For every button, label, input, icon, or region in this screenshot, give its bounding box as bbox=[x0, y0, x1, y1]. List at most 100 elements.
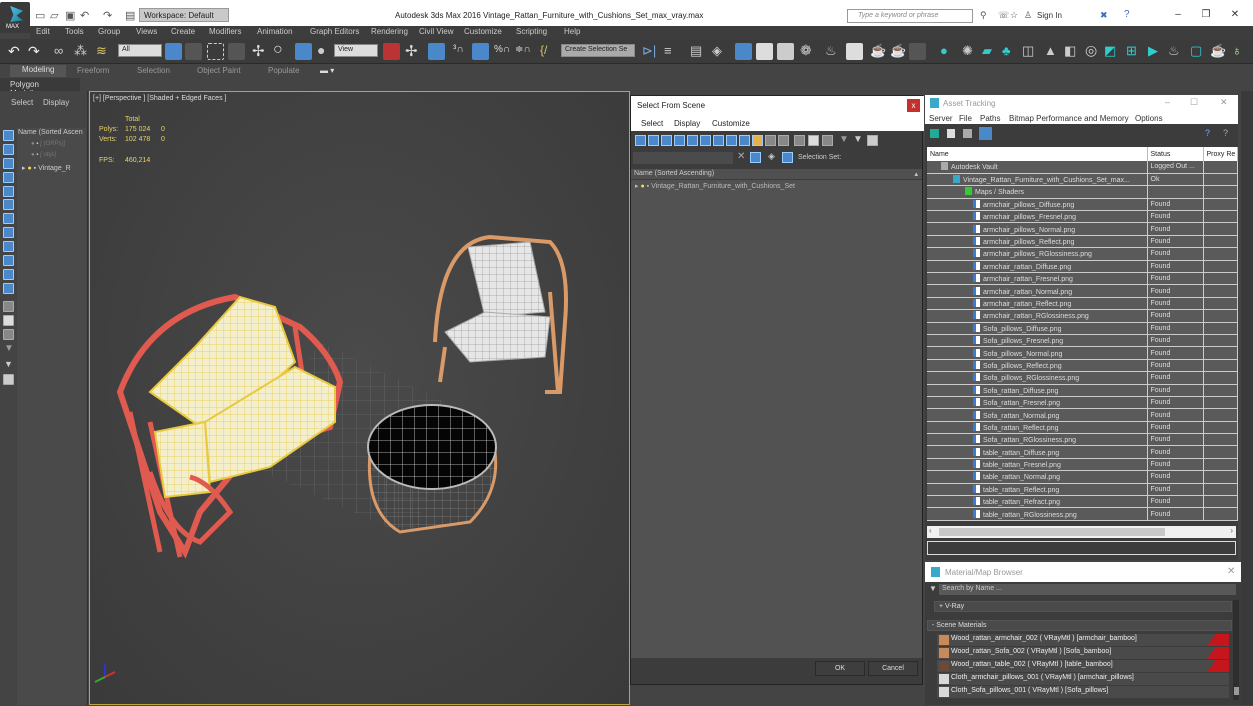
menu-options[interactable]: Options bbox=[1135, 114, 1163, 123]
ribbon-tab-populate[interactable]: Populate bbox=[268, 66, 300, 75]
display-all-icon[interactable] bbox=[794, 135, 805, 146]
asset-row[interactable]: Vintage_Rattan_Furniture_with_Cushions_S… bbox=[927, 173, 1238, 187]
light-bulb-icon[interactable]: ● bbox=[27, 165, 31, 172]
asset-row[interactable]: armchair_rattan_Reflect.png Found bbox=[927, 297, 1238, 311]
asset-row[interactable]: Maps / Shaders bbox=[927, 185, 1238, 199]
menu-file[interactable]: File bbox=[959, 114, 972, 123]
scene-item[interactable]: ● ▪ [ (GRPs)] bbox=[31, 141, 65, 147]
asset-row[interactable]: armchair_rattan_Fresnel.png Found bbox=[927, 272, 1238, 286]
filter-hidden-icon[interactable] bbox=[778, 135, 789, 146]
unlink-icon[interactable]: ⁂ bbox=[74, 43, 87, 59]
menu-scripting[interactable]: Scripting bbox=[516, 27, 547, 36]
curve-editor-icon[interactable] bbox=[756, 43, 773, 60]
display-helpers-icon[interactable] bbox=[3, 186, 14, 197]
polygon-modeling-panel[interactable]: Polygon Modeling bbox=[0, 78, 80, 98]
window-crossing-icon[interactable] bbox=[228, 43, 245, 60]
scrollbar-thumb[interactable] bbox=[1234, 687, 1239, 695]
menu-rendering[interactable]: Rendering bbox=[371, 27, 408, 36]
project-folder-icon[interactable]: ▤ bbox=[125, 9, 135, 22]
menu-customize[interactable]: Customize bbox=[712, 119, 750, 128]
column-name[interactable]: Name bbox=[927, 147, 1148, 161]
find-input[interactable] bbox=[633, 152, 733, 164]
menu-edit[interactable]: Edit bbox=[36, 27, 50, 36]
menu-create[interactable]: Create bbox=[171, 27, 195, 36]
percent-snap-icon[interactable]: %∩ bbox=[494, 44, 510, 55]
scroll-left-icon[interactable]: ‹ bbox=[929, 526, 932, 535]
mirror-icon[interactable]: ⊳| bbox=[642, 43, 656, 59]
undo-icon[interactable]: ↶ bbox=[80, 9, 89, 22]
vray-light-icon[interactable]: ● bbox=[940, 43, 948, 58]
table-view-icon[interactable] bbox=[979, 127, 992, 140]
menu-help[interactable]: Help bbox=[564, 27, 580, 36]
named-selection-dropdown[interactable]: Create Selection Se bbox=[561, 44, 635, 57]
vray-plane-icon[interactable]: ▲ bbox=[1044, 43, 1057, 58]
help-icon[interactable]: ? bbox=[1124, 9, 1130, 20]
asset-row[interactable]: Sofa_rattan_RGlossiness.png Found bbox=[927, 433, 1238, 447]
display-groups-icon[interactable] bbox=[3, 213, 14, 224]
asset-row[interactable]: table_rattan_Normal.png Found bbox=[927, 470, 1238, 484]
display-cameras-icon[interactable] bbox=[3, 172, 14, 183]
asset-row[interactable]: armchair_pillows_Reflect.png Found bbox=[927, 235, 1238, 249]
menu-bitmap-performance[interactable]: Bitmap Performance and Memory bbox=[1009, 114, 1129, 123]
asset-row[interactable]: armchair_pillows_RGlossiness.png Found bbox=[927, 247, 1238, 261]
material-item[interactable]: Cloth_armchair_pillows_001 ( VRayMtl ) [… bbox=[937, 673, 1229, 685]
filter-cameras-icon[interactable] bbox=[674, 135, 685, 146]
browser-options-icon[interactable]: ▼ bbox=[929, 584, 937, 593]
expand-arrow-icon[interactable]: ▸ bbox=[22, 165, 26, 172]
close-button[interactable]: ✕ bbox=[1227, 566, 1235, 577]
material-item[interactable]: Wood_rattan_Sofa_002 ( VRayMtl ) [Sofa_b… bbox=[937, 647, 1229, 659]
rendered-frame-window-icon[interactable] bbox=[846, 43, 863, 60]
menu-customize[interactable]: Customize bbox=[464, 27, 502, 36]
help-icon[interactable]: ? bbox=[1205, 128, 1210, 138]
minimize-button[interactable]: – bbox=[1168, 9, 1188, 20]
vray-fur-icon[interactable]: ♣ bbox=[1002, 43, 1011, 58]
display-invert-icon[interactable] bbox=[822, 135, 833, 146]
filter-shapes-icon[interactable] bbox=[648, 135, 659, 146]
filter-groups-icon[interactable] bbox=[713, 135, 724, 146]
vray-ies-icon[interactable]: ⊞ bbox=[1126, 43, 1137, 59]
menu-tools[interactable]: Tools bbox=[65, 27, 84, 36]
minimize-button[interactable]: – bbox=[1165, 97, 1170, 107]
light-bulb-icon[interactable]: ● bbox=[640, 183, 644, 190]
display-geometry-icon[interactable] bbox=[3, 130, 14, 141]
material-item[interactable]: Wood_rattan_armchair_002 ( VRayMtl ) [ar… bbox=[937, 634, 1229, 646]
thumbnail-view-icon[interactable] bbox=[963, 129, 972, 138]
asset-row[interactable]: Autodesk Vault Logged Out ... bbox=[927, 161, 1238, 174]
exchange-icon[interactable]: ✖ bbox=[1100, 10, 1108, 21]
select-children-icon[interactable] bbox=[750, 152, 761, 163]
layer-explorer-icon[interactable]: ◈ bbox=[712, 43, 722, 59]
material-item[interactable]: Cloth_Sofa_pillows_001 ( VRayMtl ) [Sofa… bbox=[937, 686, 1229, 698]
object-list[interactable] bbox=[631, 180, 922, 658]
scrollbar-thumb[interactable] bbox=[939, 528, 1165, 536]
vray-teapot-icon[interactable]: ☕ bbox=[1210, 43, 1226, 59]
dialog-close-button[interactable]: x bbox=[907, 99, 920, 112]
schematic-view-icon[interactable] bbox=[777, 43, 794, 60]
asset-row[interactable]: armchair_rattan_Normal.png Found bbox=[927, 284, 1238, 298]
new-file-icon[interactable]: ▭ bbox=[35, 9, 45, 22]
scroll-right-icon[interactable]: › bbox=[1230, 526, 1233, 535]
redo-icon[interactable]: ↷ bbox=[28, 43, 40, 60]
select-by-name-icon[interactable] bbox=[185, 43, 202, 60]
move-icon[interactable]: ✢ bbox=[252, 42, 265, 60]
asset-row[interactable]: table_rattan_Reflect.png Found bbox=[927, 483, 1238, 497]
asset-row[interactable]: Sofa_pillows_Diffuse.png Found bbox=[927, 322, 1238, 335]
app-menu-button[interactable]: MAX bbox=[0, 2, 30, 33]
asset-row[interactable]: armchair_pillows_Fresnel.png Found bbox=[927, 210, 1238, 224]
filter-frozen-icon[interactable] bbox=[765, 135, 776, 146]
pivot-center-icon[interactable] bbox=[383, 43, 400, 60]
list-view-icon[interactable] bbox=[947, 129, 955, 138]
communication-center-icon[interactable]: ☏ bbox=[998, 10, 1009, 21]
ribbon-tab-freeform[interactable]: Freeform bbox=[77, 66, 109, 75]
ok-button[interactable]: OK bbox=[815, 661, 865, 676]
sign-in-button[interactable]: Sign In bbox=[1037, 11, 1062, 20]
favorites-star-icon[interactable]: ☆ bbox=[1010, 10, 1018, 21]
menu-select[interactable]: Select bbox=[641, 119, 663, 128]
menu-animation[interactable]: Animation bbox=[257, 27, 293, 36]
column-header[interactable]: Name (Sorted Ascending) ▴ bbox=[631, 169, 922, 179]
refresh-icon[interactable] bbox=[930, 129, 939, 138]
vray-light-bulb-icon[interactable]: ♁ bbox=[1232, 43, 1242, 58]
spinner-snap-icon[interactable]: ≑∩ bbox=[515, 44, 531, 55]
vertical-scrollbar[interactable] bbox=[1233, 600, 1239, 700]
vray-lister-icon[interactable]: ♨ bbox=[1168, 43, 1180, 59]
asset-row[interactable]: Sofa_pillows_RGlossiness.png Found bbox=[927, 371, 1238, 385]
